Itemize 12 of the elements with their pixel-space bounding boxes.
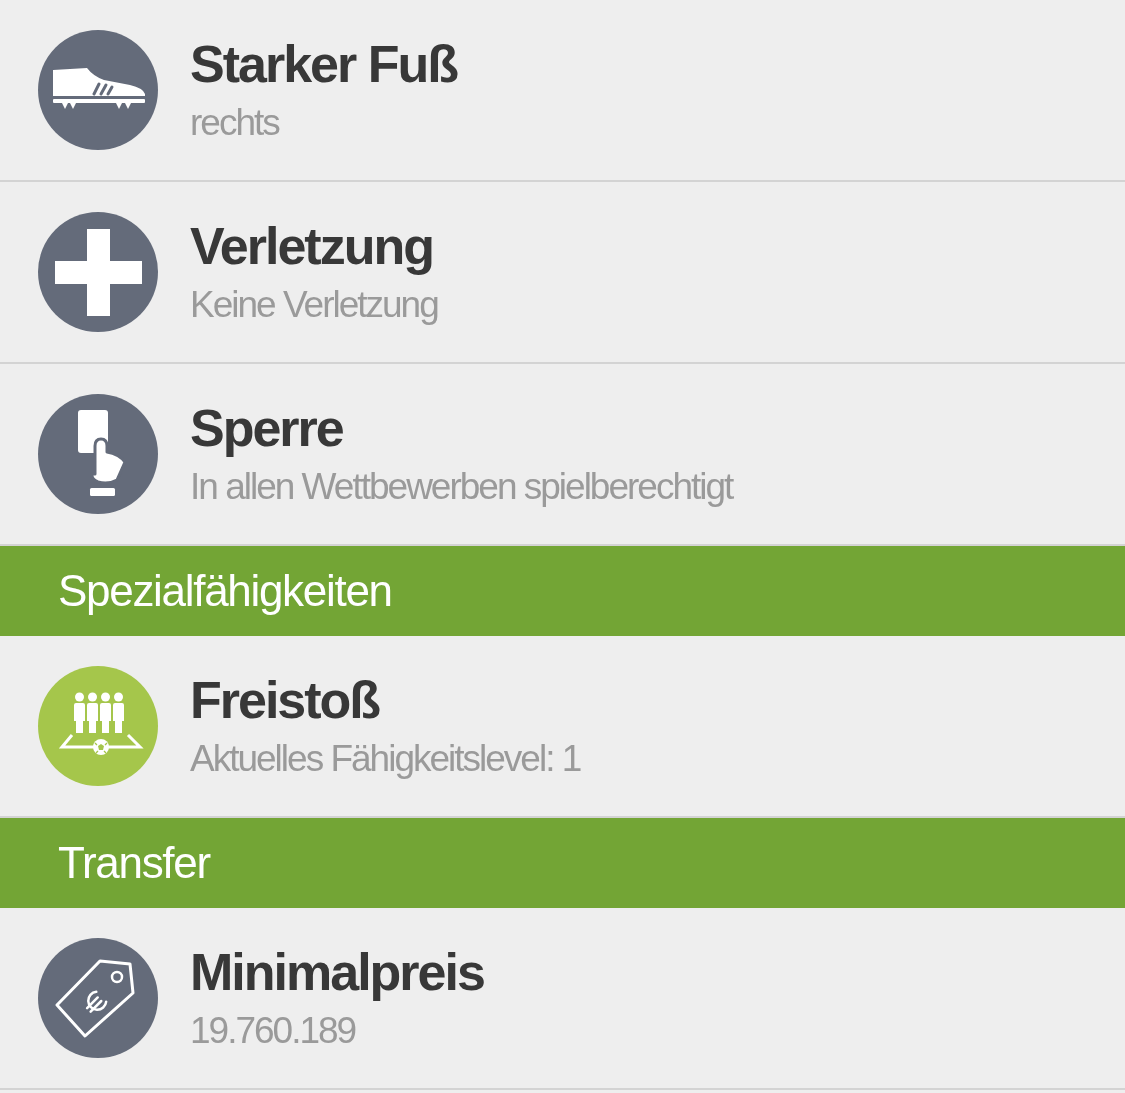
row-title: Freistoß	[190, 671, 380, 729]
row-title: Sperre	[190, 399, 343, 457]
section-header: Spezialfähigkeiten	[0, 546, 1125, 636]
row-subtitle: Aktuelles Fähigkeitslevel: 1	[190, 737, 581, 781]
row-subtitle: Keine Verletzung	[190, 283, 438, 327]
section-header: Transfer	[0, 818, 1125, 908]
row-subtitle: rechts	[190, 101, 279, 145]
row-subtitle: In allen Wettbewerben spielberechtigt	[190, 465, 733, 509]
row-title: Minimalpreis	[190, 943, 484, 1001]
row-subtitle: 19.760.189	[190, 1009, 356, 1053]
row-title: Starker Fuß	[190, 35, 457, 93]
row-title: Verletzung	[190, 217, 433, 275]
